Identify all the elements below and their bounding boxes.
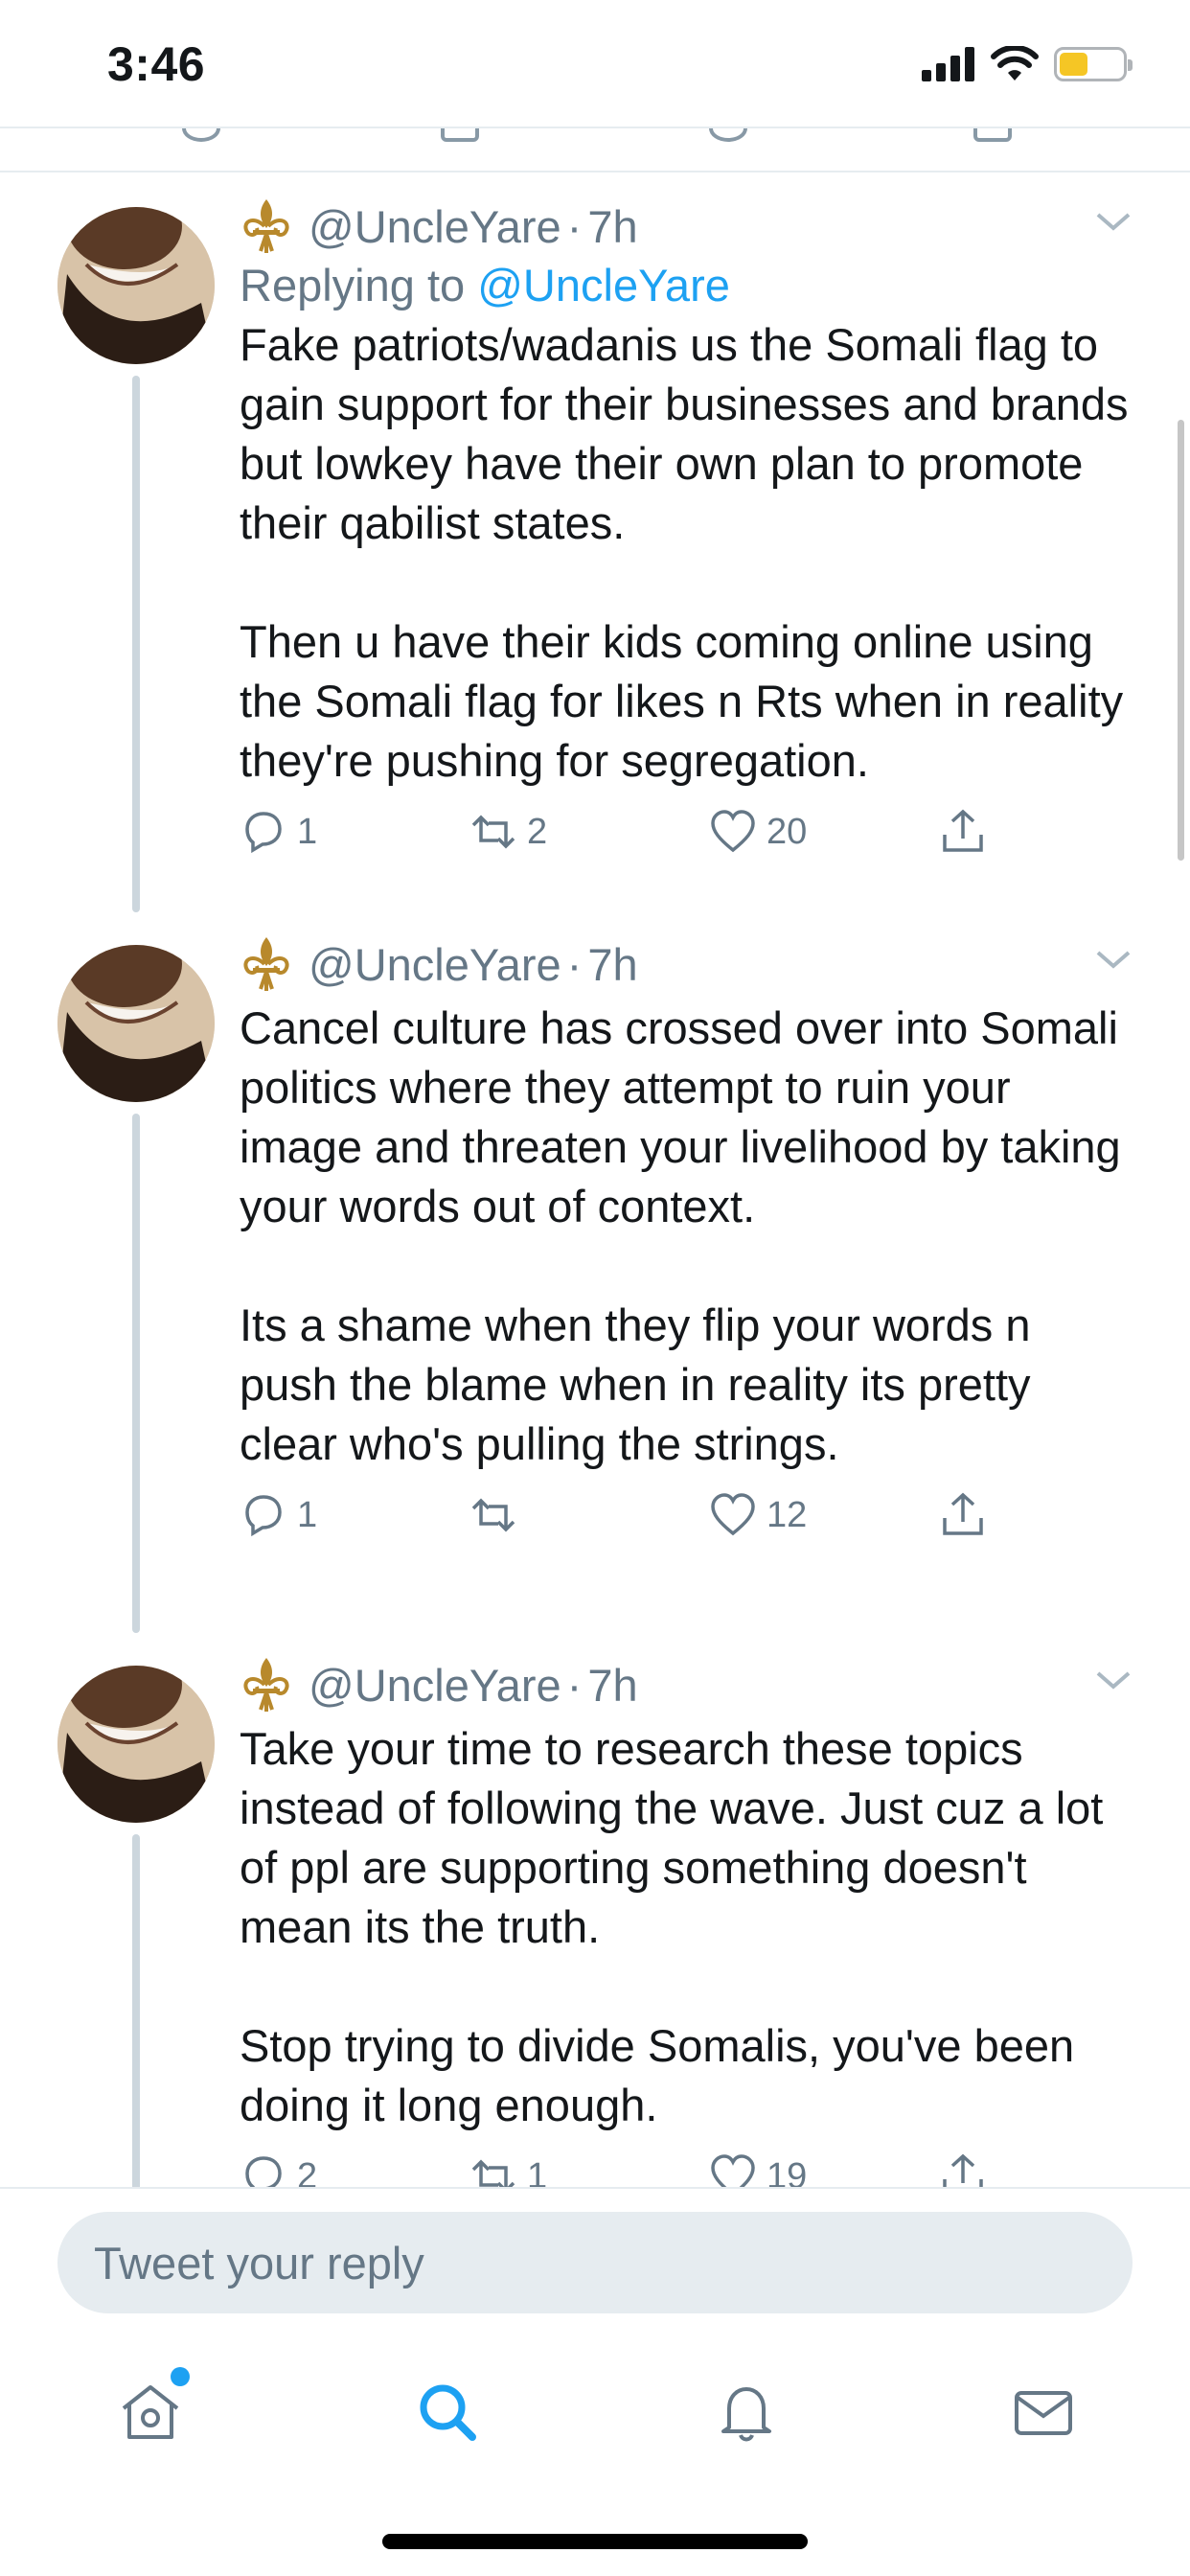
tweet-handle[interactable]: @UncleYare [309, 200, 561, 253]
home-icon [122, 2385, 179, 2439]
thread-line [132, 1114, 140, 1633]
thread-line [132, 1834, 140, 2187]
retweet-button[interactable]: 1 [469, 2152, 547, 2187]
fleur-de-lis-icon [243, 937, 289, 991]
tweet[interactable]: @UncleYare · 7h Take your time to resear… [0, 1633, 1190, 2187]
tweet-actions: 2 1 19 [240, 2152, 1133, 2187]
reply-count: 1 [297, 1494, 318, 1535]
chevron-down-icon[interactable] [1094, 945, 1133, 974]
avatar[interactable] [57, 945, 215, 1102]
reply-count: 2 [297, 2155, 318, 2188]
reply-button[interactable]: 1 [240, 808, 317, 856]
replying-mention[interactable]: @UncleYare [477, 260, 730, 310]
tab-notifications[interactable] [703, 2369, 790, 2455]
tweet-handle[interactable]: @UncleYare [309, 938, 561, 991]
replying-prefix: Replying to [240, 260, 466, 310]
fleur-de-lis-icon [243, 1658, 289, 1712]
tweet-actions: 1 2 20 [240, 808, 1133, 885]
share-icon [943, 2153, 983, 2187]
share-icon [943, 809, 983, 852]
tweet-time: 7h [587, 200, 638, 252]
bell-icon [721, 2387, 771, 2442]
status-time: 3:46 [107, 37, 206, 91]
retweet-icon [471, 815, 515, 849]
heart-icon [711, 1493, 755, 1536]
tweet-reply-input[interactable] [57, 2212, 1133, 2313]
heart-icon [711, 2154, 755, 2187]
like-button[interactable]: 12 [709, 1491, 807, 1539]
search-icon [420, 2384, 476, 2441]
tweet-text: Take your time to research these topics … [240, 1723, 1104, 2130]
replying-to: Replying to @UncleYare [240, 259, 1133, 311]
signal-icon [922, 47, 974, 81]
avatar-image [57, 945, 215, 1102]
tweet-time: 7h [587, 938, 638, 990]
retweet-count: 1 [527, 2155, 548, 2188]
home-indicator[interactable] [382, 2534, 808, 2549]
chevron-down-icon[interactable] [1094, 207, 1133, 236]
tab-home[interactable] [107, 2367, 194, 2455]
reply-button[interactable]: 2 [240, 2152, 317, 2187]
tweet-actions: 1 12 [240, 1491, 1133, 1568]
share-button[interactable] [939, 1491, 987, 1539]
avatar-image [57, 1666, 215, 1823]
share-button[interactable] [939, 808, 987, 856]
tweet-handle[interactable]: @UncleYare [309, 1659, 561, 1712]
status-bar: 3:46 [0, 0, 1190, 126]
thread-line [132, 376, 140, 912]
battery-level [1060, 53, 1087, 76]
share-button[interactable] [939, 2152, 987, 2187]
like-count: 20 [767, 811, 808, 852]
previous-tweet-actions-cutoff [0, 126, 1190, 172]
tweet[interactable]: @UncleYare · 7h Cancel culture has cross… [0, 912, 1190, 1633]
notification-dot [171, 2367, 190, 2386]
reply-button[interactable]: 1 [240, 1491, 317, 1539]
tweet-text: Fake patriots/wadanis us the Somali flag… [240, 319, 1129, 786]
reply-icon [245, 1495, 282, 1537]
reply-icon [245, 812, 282, 854]
battery-icon [1054, 47, 1133, 81]
tweet-text: Cancel culture has crossed over into Som… [240, 1002, 1121, 1469]
mail-icon [1015, 2391, 1072, 2435]
reply-icon [245, 2156, 282, 2187]
tweet-header: @UncleYare · 7h [240, 196, 1133, 257]
tweet-header: @UncleYare · 7h [240, 933, 1133, 995]
tab-messages[interactable] [1000, 2369, 1087, 2455]
avatar-image [57, 207, 215, 364]
tab-search[interactable] [404, 2369, 491, 2455]
scrollbar[interactable] [1178, 420, 1184, 861]
reply-bar [0, 2187, 1190, 2313]
heart-icon [711, 810, 755, 853]
retweet-count: 2 [527, 811, 548, 852]
tweet[interactable]: @UncleYare · 7h Replying to @UncleYare F… [0, 174, 1190, 912]
tweet-thread: @UncleYare · 7h Replying to @UncleYare F… [0, 174, 1190, 2187]
retweet-button[interactable] [469, 1491, 527, 1539]
chevron-down-icon[interactable] [1094, 1666, 1133, 1694]
like-button[interactable]: 20 [709, 808, 807, 856]
wifi-icon [991, 46, 1039, 80]
like-count: 12 [767, 1494, 808, 1535]
avatar[interactable] [57, 207, 215, 364]
avatar[interactable] [57, 1666, 215, 1823]
fleur-de-lis-icon [243, 199, 289, 253]
retweet-icon [471, 2159, 515, 2187]
retweet-button[interactable]: 2 [469, 808, 547, 856]
reply-count: 1 [297, 811, 318, 852]
tab-bar [0, 2313, 1190, 2505]
like-count: 19 [767, 2155, 808, 2188]
like-button[interactable]: 19 [709, 2152, 807, 2187]
status-icons [922, 46, 1133, 82]
tweet-header: @UncleYare · 7h [240, 1654, 1133, 1715]
retweet-icon [471, 1498, 515, 1532]
share-icon [943, 1492, 983, 1535]
tweet-time: 7h [587, 1659, 638, 1711]
